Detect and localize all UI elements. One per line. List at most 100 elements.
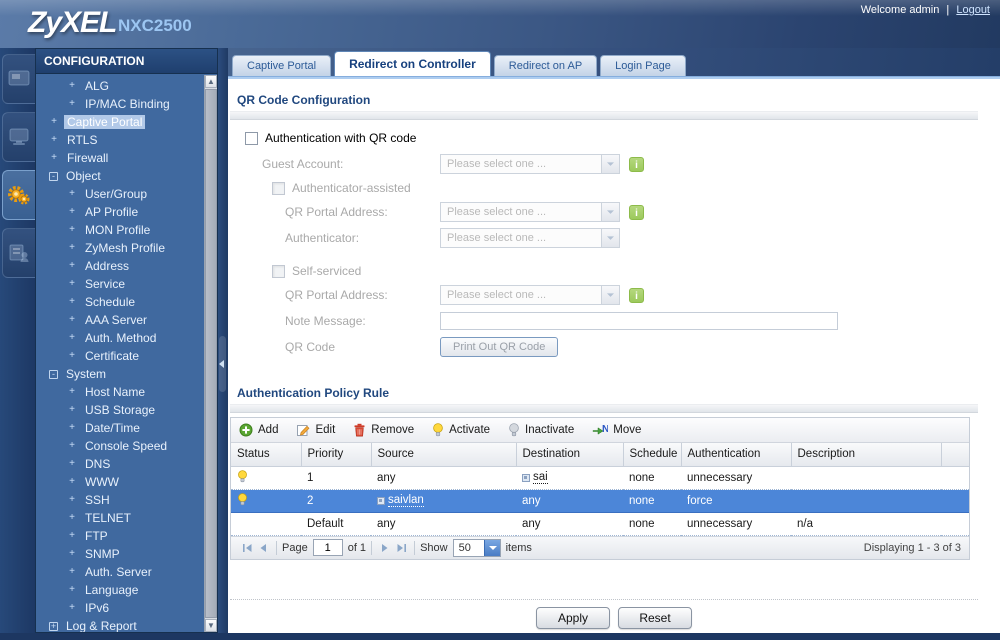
tree-bullet-icon: +: [67, 405, 77, 415]
sidebar-item[interactable]: + TELNET: [36, 509, 204, 527]
monitor-icon[interactable]: [2, 112, 35, 162]
inactivate-button[interactable]: Inactivate: [508, 423, 574, 437]
sidebar-item-label: Address: [82, 259, 132, 273]
sidebar-item[interactable]: + User/Group: [36, 185, 204, 203]
main-content: Captive PortalRedirect on ControllerRedi…: [228, 48, 1000, 633]
sidebar-item[interactable]: + Certificate: [36, 347, 204, 365]
page-input[interactable]: [313, 539, 343, 556]
sidebar-item[interactable]: + USB Storage: [36, 401, 204, 419]
maintenance-icon[interactable]: [2, 228, 35, 278]
activate-button[interactable]: Activate: [432, 423, 490, 437]
self-serviced-checkbox[interactable]: [272, 265, 285, 278]
cell-authentication: unnecessary: [681, 466, 791, 489]
sidebar-item-label: WWW: [82, 475, 122, 489]
qr-auth-checkbox[interactable]: [245, 132, 258, 145]
cell-source: any: [377, 518, 396, 530]
col-destination[interactable]: Destination: [516, 443, 623, 466]
reset-button[interactable]: Reset: [618, 607, 692, 629]
tab[interactable]: Captive Portal: [232, 55, 331, 76]
sidebar-item[interactable]: - Object: [36, 167, 204, 185]
sidebar-item[interactable]: + MON Profile: [36, 221, 204, 239]
print-qr-code-button[interactable]: Print Out QR Code: [440, 337, 558, 357]
guest-account-select[interactable]: Please select one ...: [440, 154, 620, 174]
sidebar-item[interactable]: + IP/MAC Binding: [36, 95, 204, 113]
sidebar-item[interactable]: + SSH: [36, 491, 204, 509]
col-status[interactable]: Status: [231, 443, 301, 466]
col-priority[interactable]: Priority: [301, 443, 371, 466]
table-row[interactable]: 1 any sai none unnecessary: [231, 466, 969, 489]
authenticator-select[interactable]: Please select one ...: [440, 228, 620, 248]
sidebar-item[interactable]: - System: [36, 365, 204, 383]
displaying-text: Displaying 1 - 3 of 3: [864, 542, 961, 554]
cell-description: [791, 466, 941, 489]
scroll-down-icon[interactable]: ▼: [205, 619, 217, 632]
sidebar-item[interactable]: + Language: [36, 581, 204, 599]
qr-portal-address2-select[interactable]: Please select one ...: [440, 285, 620, 305]
guest-account-label: Guest Account:: [262, 157, 440, 171]
last-page-icon[interactable]: [393, 540, 409, 556]
authenticator-assisted-checkbox[interactable]: [272, 182, 285, 195]
remove-button[interactable]: Remove: [353, 423, 414, 437]
edit-button[interactable]: Edit: [296, 423, 335, 437]
sidebar-item[interactable]: + Auth. Method: [36, 329, 204, 347]
cell-source: saivlan: [388, 494, 424, 507]
table-row[interactable]: Default any any none unnecessary n/a: [231, 512, 969, 535]
sidebar-collapse-handle[interactable]: [218, 48, 228, 633]
tab[interactable]: Redirect on Controller: [334, 51, 491, 76]
sidebar-item[interactable]: + Address: [36, 257, 204, 275]
configuration-icon[interactable]: [2, 170, 35, 220]
move-button[interactable]: N Move: [592, 423, 641, 437]
sidebar-item[interactable]: + AAA Server: [36, 311, 204, 329]
sidebar-title: CONFIGURATION: [36, 49, 217, 74]
sidebar-item-label: ZyMesh Profile: [82, 241, 168, 255]
sidebar-item[interactable]: + Date/Time: [36, 419, 204, 437]
sidebar-item[interactable]: + SNMP: [36, 545, 204, 563]
cell-description: [791, 489, 941, 512]
qr-portal-address-select[interactable]: Please select one ...: [440, 202, 620, 222]
sidebar-item[interactable]: + Schedule: [36, 293, 204, 311]
tab[interactable]: Login Page: [600, 55, 686, 76]
col-description[interactable]: Description: [791, 443, 941, 466]
items-per-page-select[interactable]: 50: [453, 539, 501, 557]
sidebar-item[interactable]: + Service: [36, 275, 204, 293]
scrollbar-thumb[interactable]: [205, 89, 217, 618]
qr-section-bar: [230, 111, 978, 120]
svg-text:N: N: [602, 424, 608, 435]
tree-bullet-icon: +: [67, 441, 77, 451]
dashboard-icon[interactable]: [2, 54, 35, 104]
sidebar-item[interactable]: + WWW: [36, 473, 204, 491]
sidebar-item[interactable]: + Log & Report: [36, 617, 204, 632]
sidebar-item-label: Language: [82, 583, 141, 597]
sidebar-item[interactable]: + Captive Portal: [36, 113, 204, 131]
sidebar-item[interactable]: + RTLS: [36, 131, 204, 149]
sidebar-item[interactable]: + ALG: [36, 77, 204, 95]
first-page-icon[interactable]: [239, 540, 255, 556]
sidebar-item[interactable]: + ZyMesh Profile: [36, 239, 204, 257]
scroll-up-icon[interactable]: ▲: [205, 75, 217, 88]
authenticator-label: Authenticator:: [285, 231, 440, 245]
sidebar-item-label: AP Profile: [82, 205, 141, 219]
sidebar-item[interactable]: + DNS: [36, 455, 204, 473]
logout-link[interactable]: Logout: [956, 4, 990, 16]
sidebar-item[interactable]: + Auth. Server: [36, 563, 204, 581]
tab[interactable]: Redirect on AP: [494, 55, 597, 76]
col-authentication[interactable]: Authentication: [681, 443, 791, 466]
col-source[interactable]: Source: [371, 443, 516, 466]
table-row[interactable]: 2 saivlan any none force: [231, 489, 969, 512]
cell-source: any: [377, 472, 396, 484]
apply-button[interactable]: Apply: [536, 607, 610, 629]
sidebar-scrollbar[interactable]: ▲ ▼: [204, 75, 217, 632]
note-message-input[interactable]: [440, 312, 838, 330]
chevron-down-icon: [601, 203, 619, 221]
self-serviced-label: Self-serviced: [292, 264, 361, 278]
add-button[interactable]: Add: [239, 423, 278, 437]
sidebar-item[interactable]: + FTP: [36, 527, 204, 545]
col-schedule[interactable]: Schedule: [623, 443, 681, 466]
prev-page-icon[interactable]: [255, 540, 271, 556]
next-page-icon[interactable]: [377, 540, 393, 556]
sidebar-item[interactable]: + Console Speed: [36, 437, 204, 455]
sidebar-item[interactable]: + AP Profile: [36, 203, 204, 221]
sidebar-item[interactable]: + Firewall: [36, 149, 204, 167]
sidebar-item[interactable]: + Host Name: [36, 383, 204, 401]
sidebar-item[interactable]: + IPv6: [36, 599, 204, 617]
